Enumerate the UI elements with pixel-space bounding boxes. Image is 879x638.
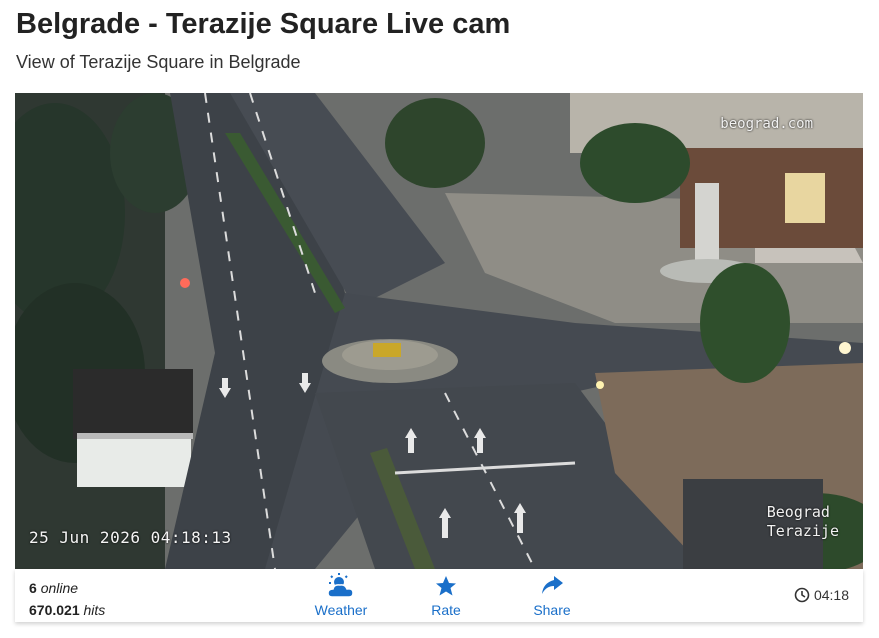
camera-timestamp: 25 Jun 2026 04:18:13 bbox=[29, 528, 232, 547]
hits-label: hits bbox=[83, 602, 106, 618]
page-subtitle: View of Terazije Square in Belgrade bbox=[16, 52, 301, 72]
rate-button[interactable]: Rate bbox=[406, 573, 486, 618]
weather-label: Weather bbox=[314, 602, 368, 618]
share-label: Share bbox=[533, 602, 571, 618]
online-count-row: 6 online bbox=[29, 577, 105, 599]
share-arrow-icon bbox=[542, 576, 563, 594]
online-count: 6 bbox=[29, 580, 37, 596]
hits-count-row: 670.021 hits bbox=[29, 599, 105, 621]
webcam-view[interactable]: beograd.com Beograd Terazije 25 Jun 2026… bbox=[15, 93, 863, 569]
share-button[interactable]: Share bbox=[512, 573, 592, 618]
watermark-top: beograd.com bbox=[720, 116, 813, 132]
partly-cloudy-icon bbox=[327, 573, 354, 598]
watermark-bottom: Beograd Terazije bbox=[766, 503, 839, 540]
page-title: Belgrade - Terazije Square Live cam bbox=[16, 8, 511, 40]
viewer-stats: 6 online 670.021 hits bbox=[29, 577, 105, 621]
star-icon bbox=[436, 576, 456, 596]
online-label: online bbox=[40, 580, 79, 596]
clock-icon bbox=[794, 587, 810, 603]
weather-button[interactable]: Weather bbox=[301, 573, 381, 618]
rate-label: Rate bbox=[431, 602, 461, 618]
local-time-value: 04:18 bbox=[813, 587, 849, 603]
webcam-image bbox=[15, 93, 863, 569]
local-time: 04:18 bbox=[794, 587, 849, 603]
hits-count: 670.021 bbox=[29, 602, 80, 618]
info-bar: 6 online 670.021 hits Weather Rate Share… bbox=[15, 569, 863, 622]
